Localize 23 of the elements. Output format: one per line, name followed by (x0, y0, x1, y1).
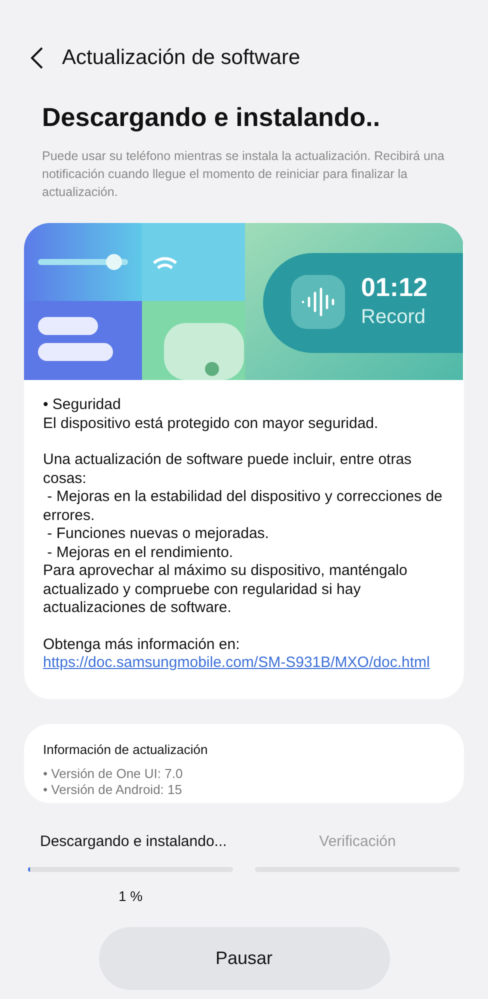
page-title: Actualización de software (62, 45, 300, 72)
step-label: Descargando e instalando... (39, 832, 228, 852)
record-label: Record (361, 304, 426, 330)
description-text: Puede usar su teléfono mientras se instala la actualización. Recibirá una notificación cuando llegue el momento de reiniciar para finalizar la actualización. (41, 148, 446, 201)
note-text: - Mejoras en la estabilidad del dispositivo y correcciones de errores. (43, 488, 444, 525)
info-item: • Versión de Android: 15 (43, 782, 183, 798)
timer-text: 01:12 (361, 272, 428, 302)
note-text: • Seguridad (43, 396, 122, 414)
pause-button[interactable]: Pausar (98, 927, 390, 990)
info-item: • Versión de One UI: 7.0 (43, 766, 184, 782)
step-label: Verificación (318, 832, 397, 852)
note-text: Obtenga más información en: (43, 636, 241, 654)
note-text: Una actualización de software puede incluir, entre otras cosas: (43, 451, 413, 488)
back-icon[interactable] (30, 46, 44, 70)
note-text: - Funciones nuevas o mejoradas. (46, 525, 270, 544)
waveform-icon (291, 274, 345, 328)
status-heading: Descargando e instalando.. (41, 101, 382, 134)
note-text: - Mejoras en el rendimiento. (46, 544, 234, 562)
note-text: El dispositivo está protegido con mayor seguridad. (43, 414, 380, 433)
progress-percent: 1 % (117, 887, 144, 906)
info-title: Información de actualización (43, 740, 209, 758)
note-text: Para aprovechar al máximo su dispositivo, manténgalo actualizado y compruebe con regularidad si hay actualizaciones de software. (43, 562, 408, 618)
doc-link[interactable]: https://doc.samsungmobile.com/SM-S931B/MXO/doc.html (43, 654, 445, 672)
